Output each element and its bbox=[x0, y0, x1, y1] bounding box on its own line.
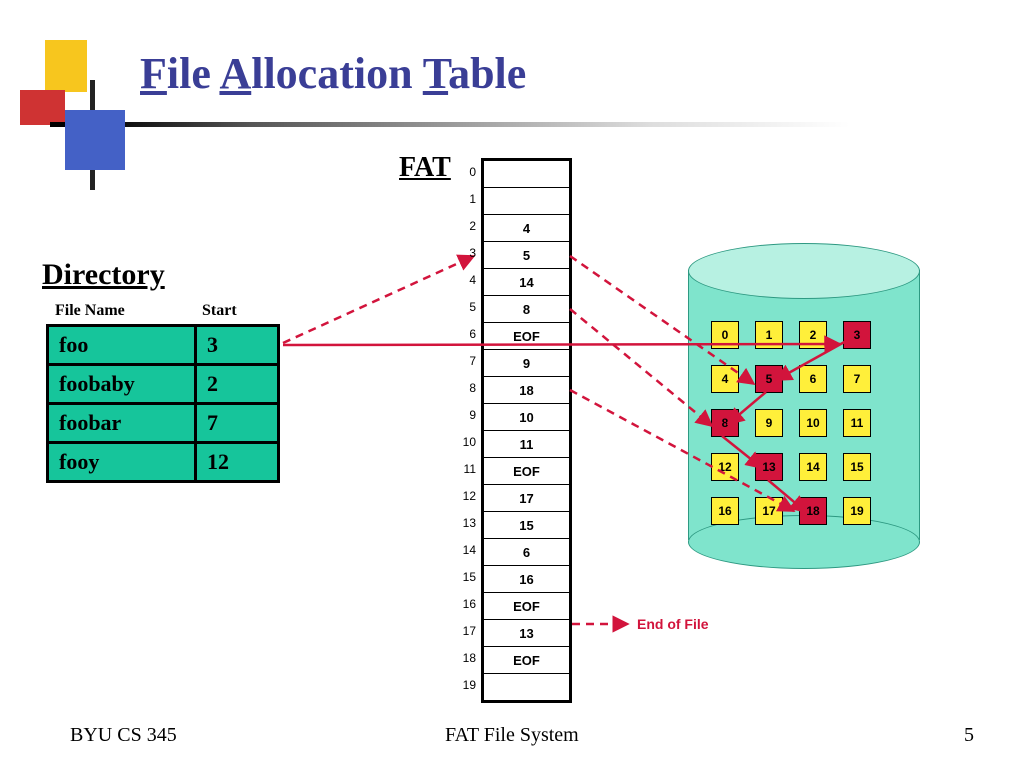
fat-index: 6 bbox=[456, 327, 476, 341]
fat-index: 19 bbox=[456, 678, 476, 692]
footer-left: BYU CS 345 bbox=[70, 724, 177, 747]
disk-block: 11 bbox=[843, 409, 871, 437]
fat-cell bbox=[484, 674, 569, 700]
disk-block: 2 bbox=[799, 321, 827, 349]
disk-block: 17 bbox=[755, 497, 783, 525]
fat-index: 15 bbox=[456, 570, 476, 584]
fat-index: 1 bbox=[456, 192, 476, 206]
disk-block: 4 bbox=[711, 365, 739, 393]
table-row: foobaby2 bbox=[48, 365, 279, 404]
directory-table: foo3 foobaby2 foobar7 fooy12 bbox=[46, 324, 280, 483]
fat-index: 14 bbox=[456, 543, 476, 557]
fat-cell: 8 bbox=[484, 296, 569, 323]
fat-cell: 11 bbox=[484, 431, 569, 458]
disk-block: 1 bbox=[755, 321, 783, 349]
col-header-name: File Name bbox=[55, 302, 125, 319]
fat-index: 12 bbox=[456, 489, 476, 503]
fat-index: 11 bbox=[456, 462, 476, 476]
col-header-start: Start bbox=[202, 302, 237, 320]
fat-cell: 18 bbox=[484, 377, 569, 404]
fat-index: 4 bbox=[456, 273, 476, 287]
fat-column: 4 5 14 8 EOF 9 18 10 11 EOF 17 15 6 16 E… bbox=[481, 158, 572, 703]
eof-label: End of File bbox=[637, 616, 709, 632]
disk-block: 19 bbox=[843, 497, 871, 525]
table-row: foobar7 bbox=[48, 404, 279, 443]
disk-block: 0 bbox=[711, 321, 739, 349]
fat-cell: 5 bbox=[484, 242, 569, 269]
disk-block: 6 bbox=[799, 365, 827, 393]
fat-index: 3 bbox=[456, 246, 476, 260]
fat-index: 7 bbox=[456, 354, 476, 368]
slide-header: File Allocation Table bbox=[0, 0, 1024, 140]
disk-block: 16 bbox=[711, 497, 739, 525]
footer-page: 5 bbox=[964, 724, 974, 747]
disk-cylinder: 012345678910111213141516171819 bbox=[688, 243, 920, 541]
fat-cell: 15 bbox=[484, 512, 569, 539]
fat-index: 13 bbox=[456, 516, 476, 530]
table-row: fooy12 bbox=[48, 443, 279, 482]
disk-block: 9 bbox=[755, 409, 783, 437]
fat-index: 9 bbox=[456, 408, 476, 422]
fat-cell: 17 bbox=[484, 485, 569, 512]
disk-block: 14 bbox=[799, 453, 827, 481]
disk-block: 7 bbox=[843, 365, 871, 393]
fat-index: 10 bbox=[456, 435, 476, 449]
fat-index: 0 bbox=[456, 165, 476, 179]
slide-title: File Allocation Table bbox=[140, 48, 526, 99]
disk-block: 13 bbox=[755, 453, 783, 481]
fat-index: 16 bbox=[456, 597, 476, 611]
disk-block: 3 bbox=[843, 321, 871, 349]
fat-index: 8 bbox=[456, 381, 476, 395]
fat-heading: FAT bbox=[399, 152, 451, 184]
fat-index: 18 bbox=[456, 651, 476, 665]
fat-cell bbox=[484, 161, 569, 188]
fat-cell: 16 bbox=[484, 566, 569, 593]
disk-block: 10 bbox=[799, 409, 827, 437]
directory-heading: Directory bbox=[42, 258, 165, 292]
fat-cell: 10 bbox=[484, 404, 569, 431]
fat-index: 17 bbox=[456, 624, 476, 638]
footer-center: FAT File System bbox=[445, 724, 579, 747]
disk-block: 12 bbox=[711, 453, 739, 481]
fat-cell bbox=[484, 188, 569, 215]
fat-cell: EOF bbox=[484, 458, 569, 485]
table-row: foo3 bbox=[48, 326, 279, 365]
fat-cell: 14 bbox=[484, 269, 569, 296]
fat-cell: EOF bbox=[484, 647, 569, 674]
disk-block-grid: 012345678910111213141516171819 bbox=[703, 313, 903, 533]
disk-block: 8 bbox=[711, 409, 739, 437]
directory-column-headers: File Name Start bbox=[55, 302, 125, 320]
fat-index: 5 bbox=[456, 300, 476, 314]
fat-cell: EOF bbox=[484, 593, 569, 620]
disk-block: 15 bbox=[843, 453, 871, 481]
fat-cell: 4 bbox=[484, 215, 569, 242]
fat-cell: 9 bbox=[484, 350, 569, 377]
disk-block: 5 bbox=[755, 365, 783, 393]
disk-block: 18 bbox=[799, 497, 827, 525]
fat-cell: 6 bbox=[484, 539, 569, 566]
fat-cell: 13 bbox=[484, 620, 569, 647]
fat-index: 2 bbox=[456, 219, 476, 233]
fat-cell: EOF bbox=[484, 323, 569, 350]
